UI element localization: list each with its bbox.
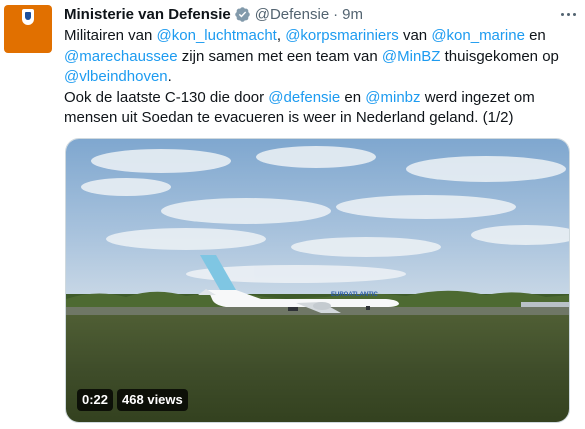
separator-dot: · (333, 5, 339, 23)
tweet-line-3: @vlbeindhoven. (64, 67, 574, 88)
text-segment: . (167, 68, 172, 85)
mention-minbz-2[interactable]: @minbz (365, 89, 420, 106)
text-segment: thuisgekomen op (440, 47, 559, 65)
mention-korpsmariniers[interactable]: @korpsmariniers (285, 27, 399, 44)
mention-defensie[interactable]: @defensie (268, 89, 340, 106)
tweet-text: Militairen van @kon_luchtmacht, @korpsma… (64, 26, 574, 129)
netherlands-coat-of-arms-icon (22, 9, 34, 25)
tweet: Ministerie van Defensie @Defensie · 9m M… (0, 0, 585, 429)
text-segment: Militairen van (64, 27, 157, 44)
video-player[interactable]: EUROATLANTIC 0:22 468 views (65, 138, 570, 423)
video-duration: 0:22 (77, 389, 114, 411)
mention-vlbeindhoven[interactable]: @vlbeindhoven (64, 68, 168, 85)
aircraft-livery-text: EUROATLANTIC (331, 292, 379, 298)
text-segment: zijn samen met een team van (177, 47, 382, 65)
text-segment: van (398, 27, 432, 44)
mention-kon-marine[interactable]: @kon_marine (431, 27, 525, 44)
text-segment: mensen uit Soedan te evacueren is weer i… (64, 109, 514, 126)
account-name[interactable]: Ministerie van Defensie (64, 6, 231, 23)
more-options-icon[interactable] (557, 4, 579, 24)
text-segment: en (524, 27, 546, 44)
video-frame: EUROATLANTIC (66, 139, 569, 422)
tweet-header: Ministerie van Defensie @Defensie · 9m (64, 4, 363, 24)
mention-kon-luchtmacht[interactable]: @kon_luchtmacht (157, 27, 277, 44)
mention-marechaussee[interactable]: @marechaussee (64, 48, 178, 65)
video-info: 0:22 468 views (77, 389, 188, 411)
text-segment: , (276, 27, 286, 44)
tweet-line-5: mensen uit Soedan te evacueren is weer i… (64, 108, 574, 129)
text-segment: werd ingezet om (420, 88, 535, 106)
tweet-line-4: Ook de laatste C-130 die door @defensie … (64, 88, 574, 109)
video-views: 468 views (117, 389, 188, 411)
tweet-line-2: @marechaussee zijn samen met een team va… (64, 47, 574, 68)
avatar[interactable] (4, 5, 52, 53)
tweet-line-1: Militairen van @kon_luchtmacht, @korpsma… (64, 26, 574, 47)
text-segment: en (340, 88, 366, 106)
timestamp[interactable]: 9m (342, 6, 363, 23)
verified-badge-icon (234, 6, 250, 22)
account-handle[interactable]: @Defensie (255, 6, 329, 23)
mention-minbz[interactable]: @MinBZ (382, 48, 441, 65)
text-segment: Ook de laatste C-130 die door (64, 88, 269, 106)
